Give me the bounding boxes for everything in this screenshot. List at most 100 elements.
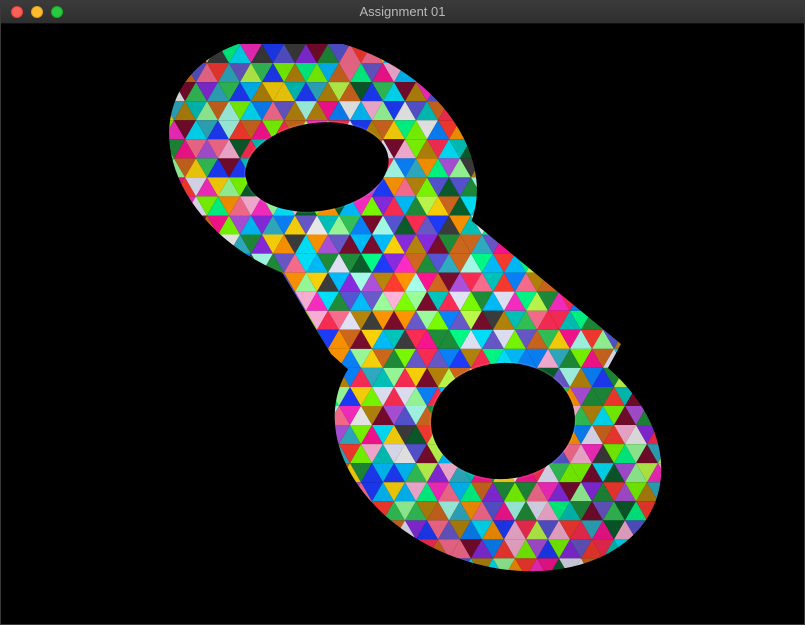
mesh-triangle: [207, 482, 229, 502]
mesh-triangle: [130, 310, 152, 330]
mesh-triangle: [141, 425, 163, 445]
mesh-triangle: [471, 139, 493, 159]
mesh-triangle: [130, 386, 152, 406]
mesh-triangle: [471, 577, 493, 597]
mesh-triangle: [570, 234, 592, 254]
mesh-triangle: [482, 596, 504, 616]
mesh-triangle: [350, 539, 372, 559]
mesh-triangle: [251, 291, 273, 311]
mesh-triangle: [128, 577, 141, 597]
mesh-triangle: [548, 596, 570, 616]
mesh-triangle: [128, 120, 141, 140]
mesh-triangle: [647, 520, 669, 540]
mesh-triangle: [328, 577, 350, 597]
mesh-triangle: [471, 63, 493, 83]
opengl-viewport[interactable]: [1, 24, 804, 624]
mesh-triangle: [273, 501, 295, 521]
mesh-triangle: [394, 44, 416, 64]
mesh-triangle: [559, 196, 581, 216]
mesh-triangle: [614, 120, 636, 140]
mesh-triangle: [548, 158, 570, 178]
mesh-triangle: [669, 139, 691, 159]
mesh-triangle: [614, 272, 636, 292]
mesh-triangle: [372, 558, 394, 578]
mesh-triangle: [328, 558, 350, 578]
mesh-triangle: [128, 463, 141, 483]
mesh-triangle: [647, 120, 669, 140]
mesh-triangle: [680, 367, 698, 387]
mesh-triangle: [625, 158, 647, 178]
mesh-triangle: [680, 215, 698, 235]
mesh-triangle: [273, 386, 295, 406]
mesh-triangle: [526, 139, 548, 159]
mesh-triangle: [647, 329, 669, 349]
mesh-triangle: [196, 539, 218, 559]
mesh-triangle: [559, 158, 581, 178]
mesh-triangle: [141, 139, 163, 159]
mesh-triangle: [262, 444, 284, 464]
mesh-triangle: [152, 234, 174, 254]
mesh-triangle: [647, 367, 669, 387]
mesh-triangle: [185, 520, 207, 540]
mesh-triangle: [229, 444, 251, 464]
mesh-triangle: [306, 425, 328, 445]
mesh-triangle: [537, 139, 559, 159]
mesh-triangle: [647, 63, 669, 83]
mesh-triangle: [471, 120, 493, 140]
mesh-triangle: [559, 596, 581, 616]
mesh-triangle: [262, 539, 284, 559]
mesh-triangle: [636, 253, 658, 273]
mesh-triangle: [207, 577, 229, 597]
mesh-triangle: [163, 291, 185, 311]
mesh-triangle: [141, 520, 163, 540]
mesh-triangle: [592, 63, 614, 83]
mesh-triangle: [504, 82, 526, 102]
mesh-triangle: [152, 329, 174, 349]
mesh-triangle: [273, 482, 295, 502]
mesh-triangle: [592, 596, 614, 616]
mesh-triangle: [141, 405, 163, 426]
mesh-triangle: [383, 539, 405, 559]
mesh-triangle: [658, 82, 680, 102]
mesh-triangle: [658, 44, 680, 64]
mesh-triangle: [647, 158, 669, 178]
mesh-triangle: [130, 272, 152, 292]
mesh-triangle: [515, 196, 537, 216]
mesh-triangle: [240, 463, 262, 483]
mesh-triangle: [284, 425, 306, 445]
mesh-triangle: [185, 482, 207, 502]
mesh-triangle: [592, 82, 614, 102]
mesh-triangle: [669, 501, 691, 521]
mesh-triangle: [625, 101, 647, 121]
mesh-triangle: [328, 482, 350, 502]
mesh-triangle: [240, 482, 262, 502]
mesh-triangle: [174, 577, 196, 597]
mesh-shading: [128, 24, 698, 616]
mesh-triangle: [218, 367, 240, 387]
mesh-triangle: [361, 520, 383, 540]
mesh-triangle: [262, 272, 284, 292]
mesh-triangle: [141, 329, 163, 349]
mesh-triangle: [262, 367, 284, 387]
mesh-triangle: [350, 501, 372, 521]
mesh-triangle: [669, 444, 691, 464]
mesh-triangle: [306, 444, 328, 464]
mesh-triangle: [141, 310, 163, 330]
mesh-triangle: [339, 596, 361, 616]
mesh-triangle: [592, 139, 614, 159]
mesh-triangle: [537, 120, 559, 140]
mesh-triangle: [669, 367, 691, 387]
mesh-triangle: [284, 310, 306, 330]
mesh-triangle: [229, 272, 251, 292]
mesh-triangle: [328, 539, 350, 559]
mesh-triangle: [229, 405, 251, 426]
mesh-triangle: [317, 577, 339, 597]
mesh-triangle: [416, 44, 438, 64]
mesh-triangle: [240, 291, 262, 311]
mesh-triangle: [515, 139, 537, 159]
mesh-triangle: [218, 577, 240, 597]
title-bar[interactable]: Assignment 01: [1, 1, 804, 24]
mesh-triangle: [504, 215, 526, 235]
mesh-triangle: [152, 596, 174, 616]
mesh-triangle: [207, 291, 229, 311]
